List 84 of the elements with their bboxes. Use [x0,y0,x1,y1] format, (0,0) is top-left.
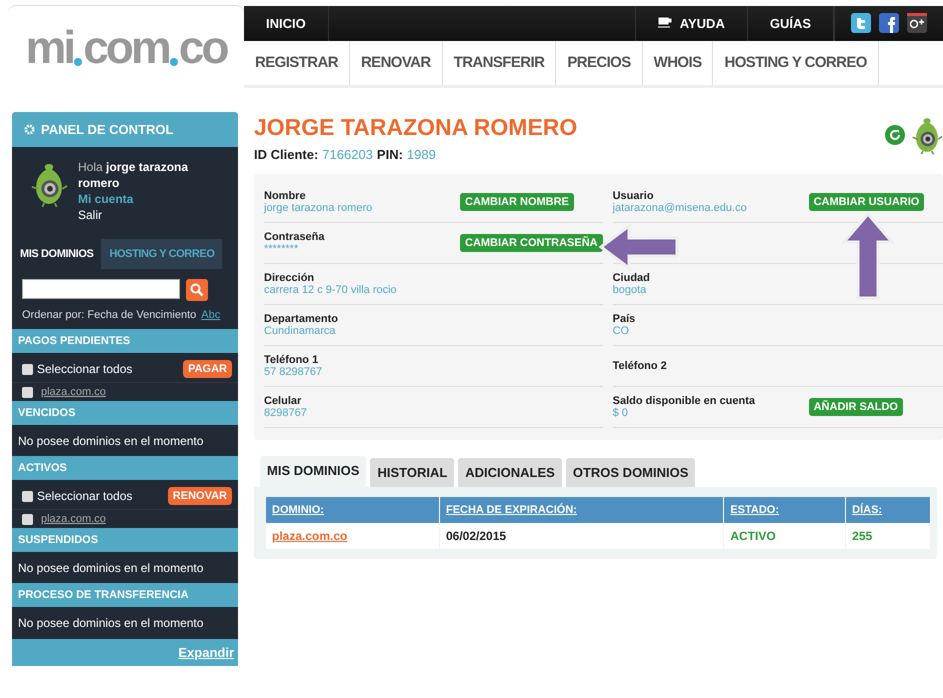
customer-name: JORGE TARAZONA ROMERO [254,114,578,141]
top-nav-link[interactable]: GUÍAS [748,6,834,41]
sort-label: Ordenar por: Fecha de Vencimiento [22,309,196,321]
pin-label: PIN: [376,147,403,162]
domain-tab[interactable]: OTROS DOMINIOS [566,458,696,487]
section-header: SUSPENDIDOS [12,528,238,553]
plus-icon[interactable] [907,13,927,34]
id-label: ID Cliente: [254,147,318,162]
pin-value: 1989 [406,147,436,162]
top-nav-link[interactable]: INICIO [244,6,329,41]
field-label: Ciudad [612,272,651,284]
empty-message: No posee dominios en el momento [17,560,204,577]
field-value: CO [612,325,630,337]
search-field[interactable] [22,279,180,299]
greeting: Hola jorge tarazona romero [78,159,190,191]
change-button[interactable]: AÑADIR SALDO [808,398,903,416]
field-label: Teléfono 2 [612,360,668,372]
field-value: Cundinamarca [264,325,337,337]
field-value: ******** [264,243,300,255]
section-header: PROCESO DE TRANSFERENCIA [12,583,238,608]
facebook-icon[interactable] [879,13,899,34]
select-all-label: Seleccionar todos [37,489,132,503]
checkbox[interactable] [22,364,33,374]
table-cell: ACTIVO [724,523,846,549]
logout-link[interactable]: Salir [78,207,220,223]
column-header[interactable]: FECHA DE EXPIRACIÓN: [439,497,724,523]
field-value: jorge tarazona romero [264,202,374,214]
column-header[interactable]: DÍAS: [846,497,930,523]
change-button[interactable]: CAMBIAR USUARIO [808,193,924,211]
field-label: País [612,313,636,325]
nav-link[interactable]: REGISTRAR [244,40,350,85]
field-label: Teléfono 1 [264,354,320,366]
nav-link[interactable]: TRANSFERIR [442,40,556,85]
sidebar-tab[interactable]: HOSTING Y CORREO [101,239,222,269]
checkbox[interactable] [22,490,33,502]
nav-link[interactable]: RENOVAR [350,40,443,85]
checkbox[interactable] [22,386,33,398]
field-label: Usuario [612,190,655,202]
search-button[interactable] [186,279,208,301]
field-value: 57 8298767 [264,366,324,378]
field-label: Saldo disponible en cuenta [612,395,756,407]
empty-message: No posee dominios en el momento [17,433,204,450]
account-link[interactable]: Mi cuenta [78,191,220,207]
search-icon [190,283,204,297]
refresh-icon[interactable] [885,125,905,145]
field-label: Dirección [264,272,316,284]
table-cell: 06/02/2015 [439,523,724,549]
field-label: Contraseña [264,231,326,243]
top-nav-link[interactable]: AYUDA [634,6,748,41]
domain-tab[interactable]: MIS DOMINIOS [260,456,366,487]
domain-tab[interactable]: HISTORIAL [370,458,454,487]
field-value: $ 0 [612,407,629,419]
section-header: PAGOS PENDIENTES [12,329,238,354]
domain-tab[interactable]: ADICIONALES [458,458,562,487]
nav-link[interactable]: WHOIS [642,40,714,85]
section-header: ACTIVOS [12,456,238,481]
gear-icon [24,124,35,135]
nav-link[interactable]: PRECIOS [556,40,643,85]
change-button[interactable]: CAMBIAR CONTRASEÑA [460,234,603,252]
field-value: carrera 12 c 9-70 villa rocio [264,284,398,296]
checkbox[interactable] [22,514,33,524]
client-id: 7166203 [322,147,373,162]
field-label: Celular [264,395,302,407]
field-value: bogota [612,284,648,296]
table-cell: 255 [846,523,930,549]
cup-icon [658,17,672,30]
empty-message: No posee dominios en el momento [17,615,204,632]
field-label: Departamento [264,313,339,325]
column-header[interactable]: DOMINIO: [266,497,440,523]
section-header: VENCIDOS [12,401,238,426]
select-all-label: Seleccionar todos [37,362,132,376]
domain-link[interactable]: plaza.com.co [41,386,106,398]
up-arrow-icon [840,212,896,300]
domain-link[interactable]: plaza.com.co [41,513,106,525]
bird-icon[interactable] [851,13,871,34]
sort-link[interactable]: Abc [201,309,220,321]
column-header[interactable]: ESTADO: [724,497,846,523]
field-value: 8298767 [264,407,308,419]
field-label: Nombre [264,190,307,202]
domain-link[interactable]: plaza.com.co [272,529,348,543]
field-value: jatarazona@misena.edu.co [612,202,748,214]
panel-title: PANEL DE CONTROL [41,122,174,137]
change-button[interactable]: CAMBIAR NOMBRE [460,193,574,211]
nav-link[interactable]: HOSTING Y CORREO [713,40,879,85]
